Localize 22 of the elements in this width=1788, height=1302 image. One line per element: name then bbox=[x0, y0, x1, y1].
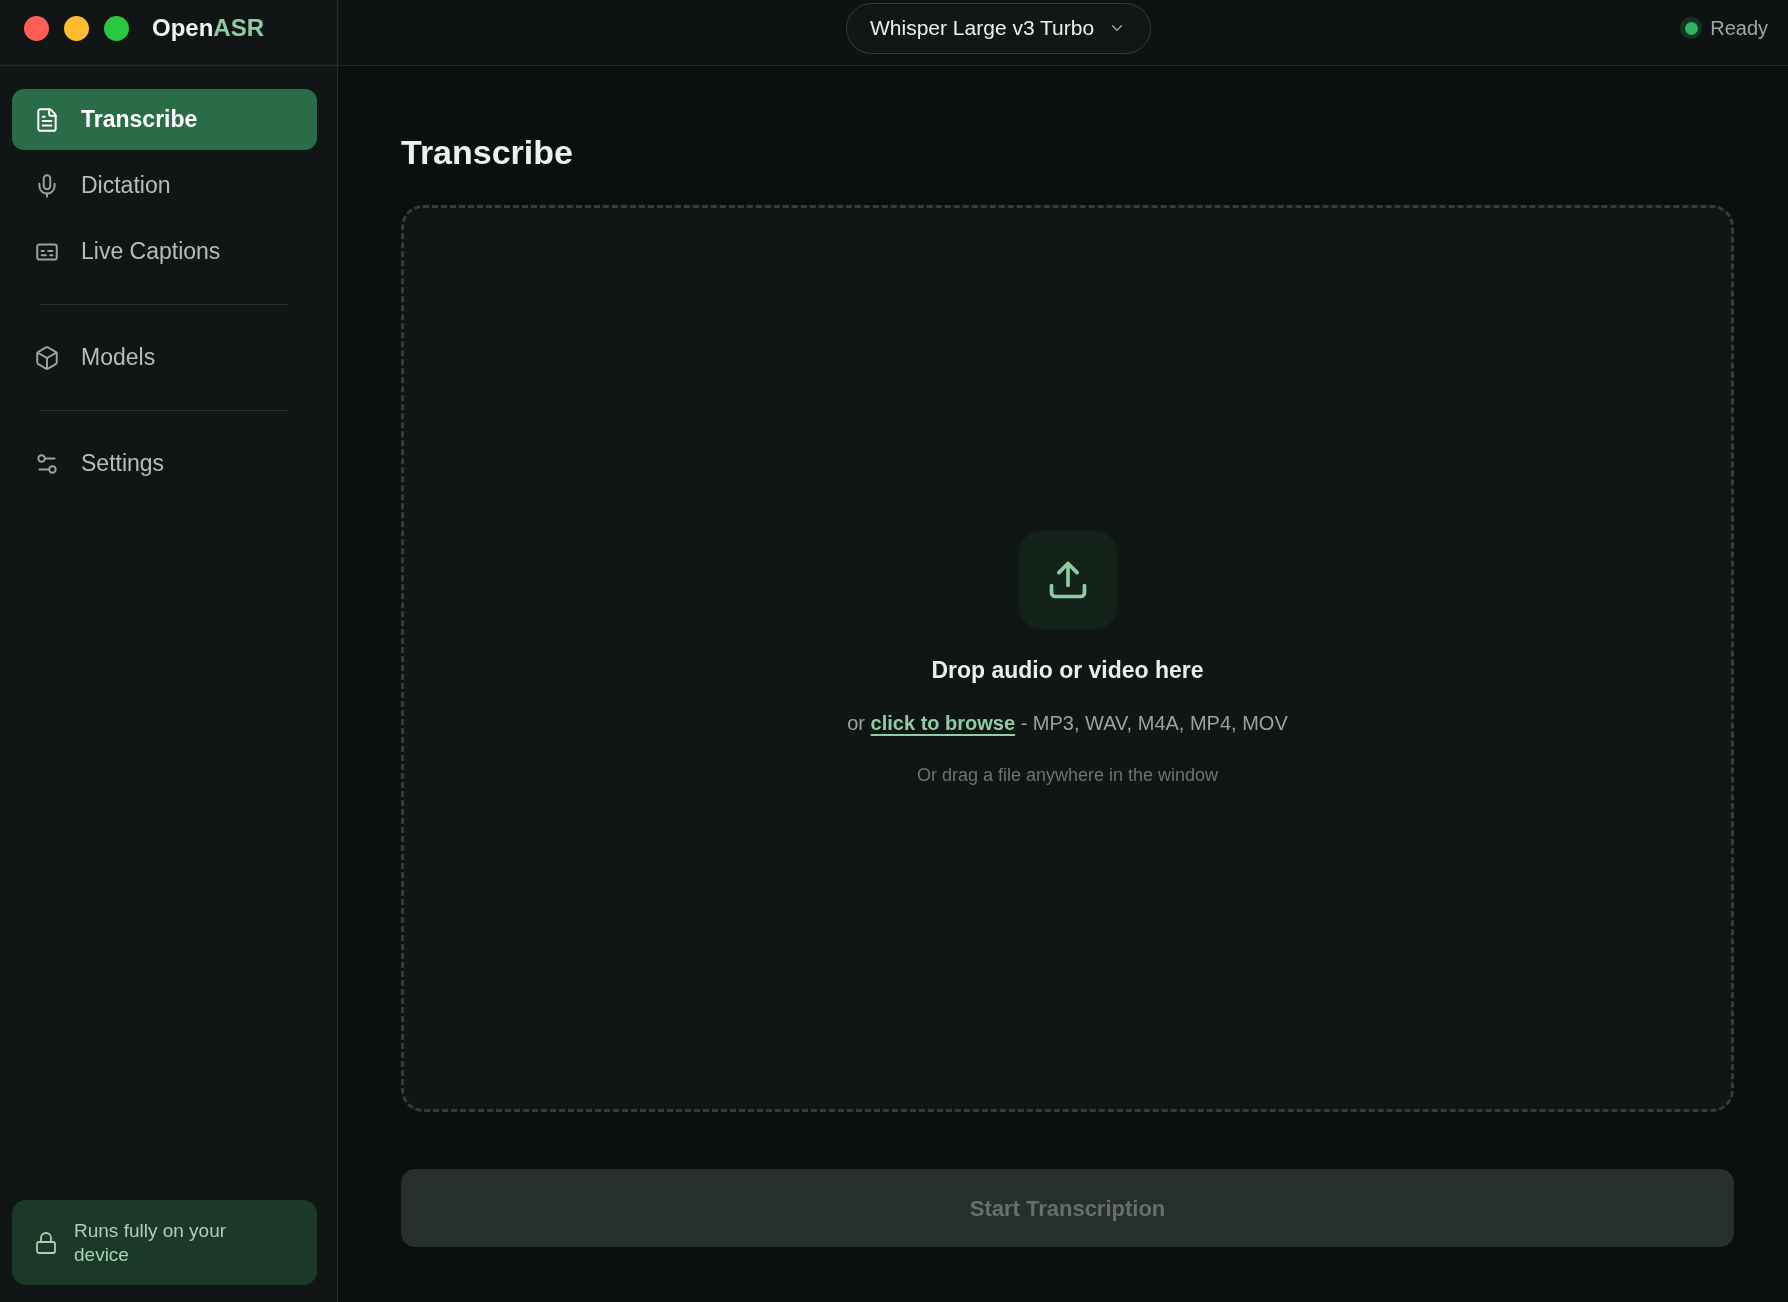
close-window-button[interactable] bbox=[24, 15, 49, 41]
nav-item[interactable]: Transcribe bbox=[12, 89, 317, 150]
page-title: Transcribe bbox=[401, 133, 573, 171]
browse-link[interactable]: click to browse bbox=[870, 712, 1016, 734]
zoom-window-button[interactable] bbox=[104, 15, 129, 41]
privacy-note-text: Runs fully on your device bbox=[74, 1218, 228, 1267]
upload-icon bbox=[1018, 531, 1117, 629]
nav-item[interactable]: Settings bbox=[12, 433, 317, 494]
drop-heading: Drop audio or video here bbox=[931, 656, 1204, 684]
lock-icon bbox=[34, 1230, 58, 1255]
nav-item[interactable]: Live Captions bbox=[12, 221, 317, 282]
nav-item[interactable]: Models bbox=[12, 327, 317, 388]
status-label: Ready bbox=[1710, 16, 1768, 41]
browse-instructions: or click to browse - MP3, WAV, M4A, MP4, MOV bbox=[847, 711, 1288, 735]
nav-item[interactable]: Dictation bbox=[12, 155, 317, 216]
document-icon bbox=[34, 106, 60, 133]
drop-zone[interactable]: Drop audio or video here or click to browse - MP3, WAV, M4A, MP4, MOV Or drag a file anywhere in the window bbox=[401, 205, 1734, 1112]
model-dropdown[interactable]: Whisper Large v3 Turbo bbox=[846, 2, 1152, 54]
app-title: OpenASR bbox=[152, 13, 264, 43]
minimize-window-button[interactable] bbox=[64, 15, 89, 41]
drop-hint: Or drag a file anywhere in the window bbox=[916, 764, 1219, 786]
cube-icon bbox=[34, 344, 60, 371]
